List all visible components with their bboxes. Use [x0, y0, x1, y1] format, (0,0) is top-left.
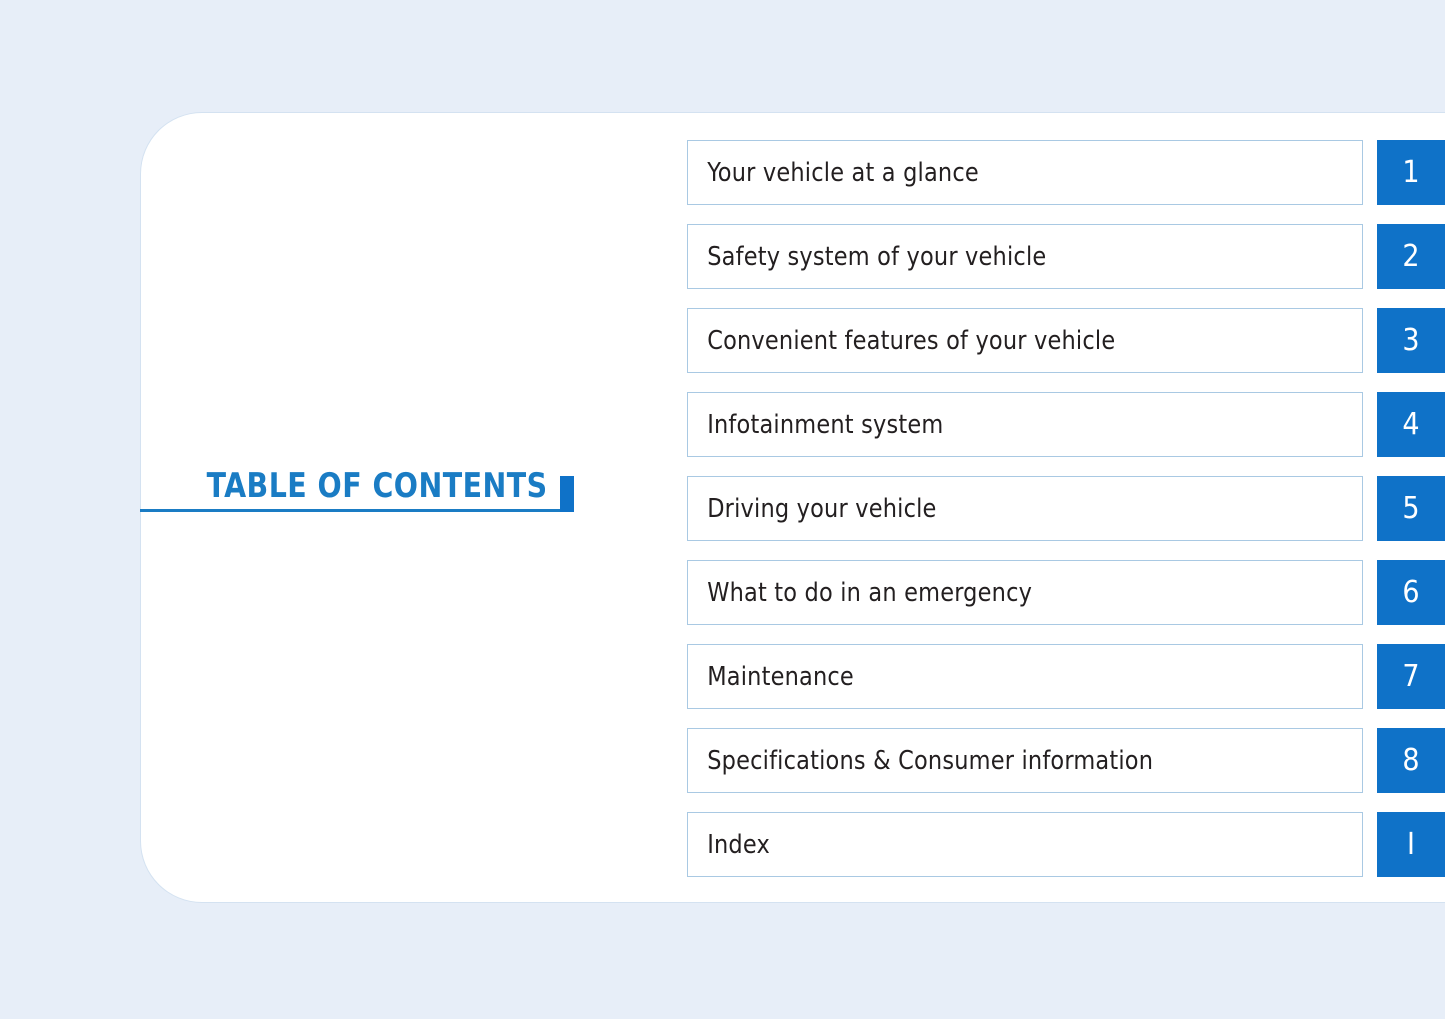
page-title: TABLE OF CONTENTS	[207, 466, 548, 506]
toc-entry-box[interactable]: Safety system of your vehicle	[687, 224, 1363, 289]
toc-entry-box[interactable]: Infotainment system	[687, 392, 1363, 457]
toc-chapter-tab-label: 8	[1402, 742, 1420, 778]
toc-entry-box[interactable]: Specifications & Consumer information	[687, 728, 1363, 793]
toc-chapter-tab-label: 5	[1402, 490, 1420, 526]
toc-entry-box[interactable]: Convenient features of your vehicle	[687, 308, 1363, 373]
toc-entry-box[interactable]: Index	[687, 812, 1363, 877]
toc-chapter-tab-label: 7	[1402, 658, 1420, 694]
toc-entry[interactable]: Safety system of your vehicle 2	[687, 224, 1445, 289]
toc-entry[interactable]: Convenient features of your vehicle 3	[687, 308, 1445, 373]
toc-entry[interactable]: Index I	[687, 812, 1445, 877]
toc-entry-label: Index	[707, 829, 770, 860]
toc-chapter-tab[interactable]: 2	[1377, 224, 1445, 289]
toc-entry-label: What to do in an emergency	[707, 577, 1033, 608]
toc-entry-box[interactable]: What to do in an emergency	[687, 560, 1363, 625]
title-underline	[140, 509, 574, 512]
toc-entry-label: Your vehicle at a glance	[707, 157, 979, 188]
toc-chapter-tab-label: 1	[1402, 154, 1420, 190]
toc-chapter-tab-label: I	[1407, 826, 1415, 862]
toc-entry[interactable]: Infotainment system 4	[687, 392, 1445, 457]
toc-entry-label: Specifications & Consumer information	[707, 745, 1154, 776]
title-accent-block	[560, 476, 574, 512]
toc-entry-box[interactable]: Maintenance	[687, 644, 1363, 709]
toc-chapter-tab[interactable]: 1	[1377, 140, 1445, 205]
toc-chapter-tab[interactable]: 6	[1377, 560, 1445, 625]
table-of-contents-list: Your vehicle at a glance 1 Safety system o…	[687, 140, 1445, 896]
toc-entry[interactable]: Driving your vehicle 5	[687, 476, 1445, 541]
toc-chapter-tab-label: 3	[1402, 322, 1420, 358]
toc-chapter-tab[interactable]: 4	[1377, 392, 1445, 457]
toc-chapter-tab[interactable]: 3	[1377, 308, 1445, 373]
toc-chapter-tab[interactable]: 5	[1377, 476, 1445, 541]
table-of-contents-title-block: TABLE OF CONTENTS	[140, 462, 574, 512]
toc-entry-box[interactable]: Your vehicle at a glance	[687, 140, 1363, 205]
toc-entry-label: Maintenance	[707, 661, 854, 692]
toc-entry[interactable]: Your vehicle at a glance 1	[687, 140, 1445, 205]
toc-entry-label: Safety system of your vehicle	[707, 241, 1047, 272]
toc-entry[interactable]: Specifications & Consumer information 8	[687, 728, 1445, 793]
toc-entry[interactable]: Maintenance 7	[687, 644, 1445, 709]
toc-entry-label: Convenient features of your vehicle	[707, 325, 1116, 356]
toc-chapter-tab-label: 2	[1402, 238, 1420, 274]
toc-chapter-tab-label: 6	[1402, 574, 1420, 610]
toc-entry-box[interactable]: Driving your vehicle	[687, 476, 1363, 541]
toc-chapter-tab[interactable]: I	[1377, 812, 1445, 877]
toc-chapter-tab-label: 4	[1402, 406, 1420, 442]
toc-chapter-tab[interactable]: 8	[1377, 728, 1445, 793]
toc-entry[interactable]: What to do in an emergency 6	[687, 560, 1445, 625]
toc-entry-label: Infotainment system	[707, 409, 944, 440]
toc-entry-label: Driving your vehicle	[707, 493, 937, 524]
toc-chapter-tab[interactable]: 7	[1377, 644, 1445, 709]
